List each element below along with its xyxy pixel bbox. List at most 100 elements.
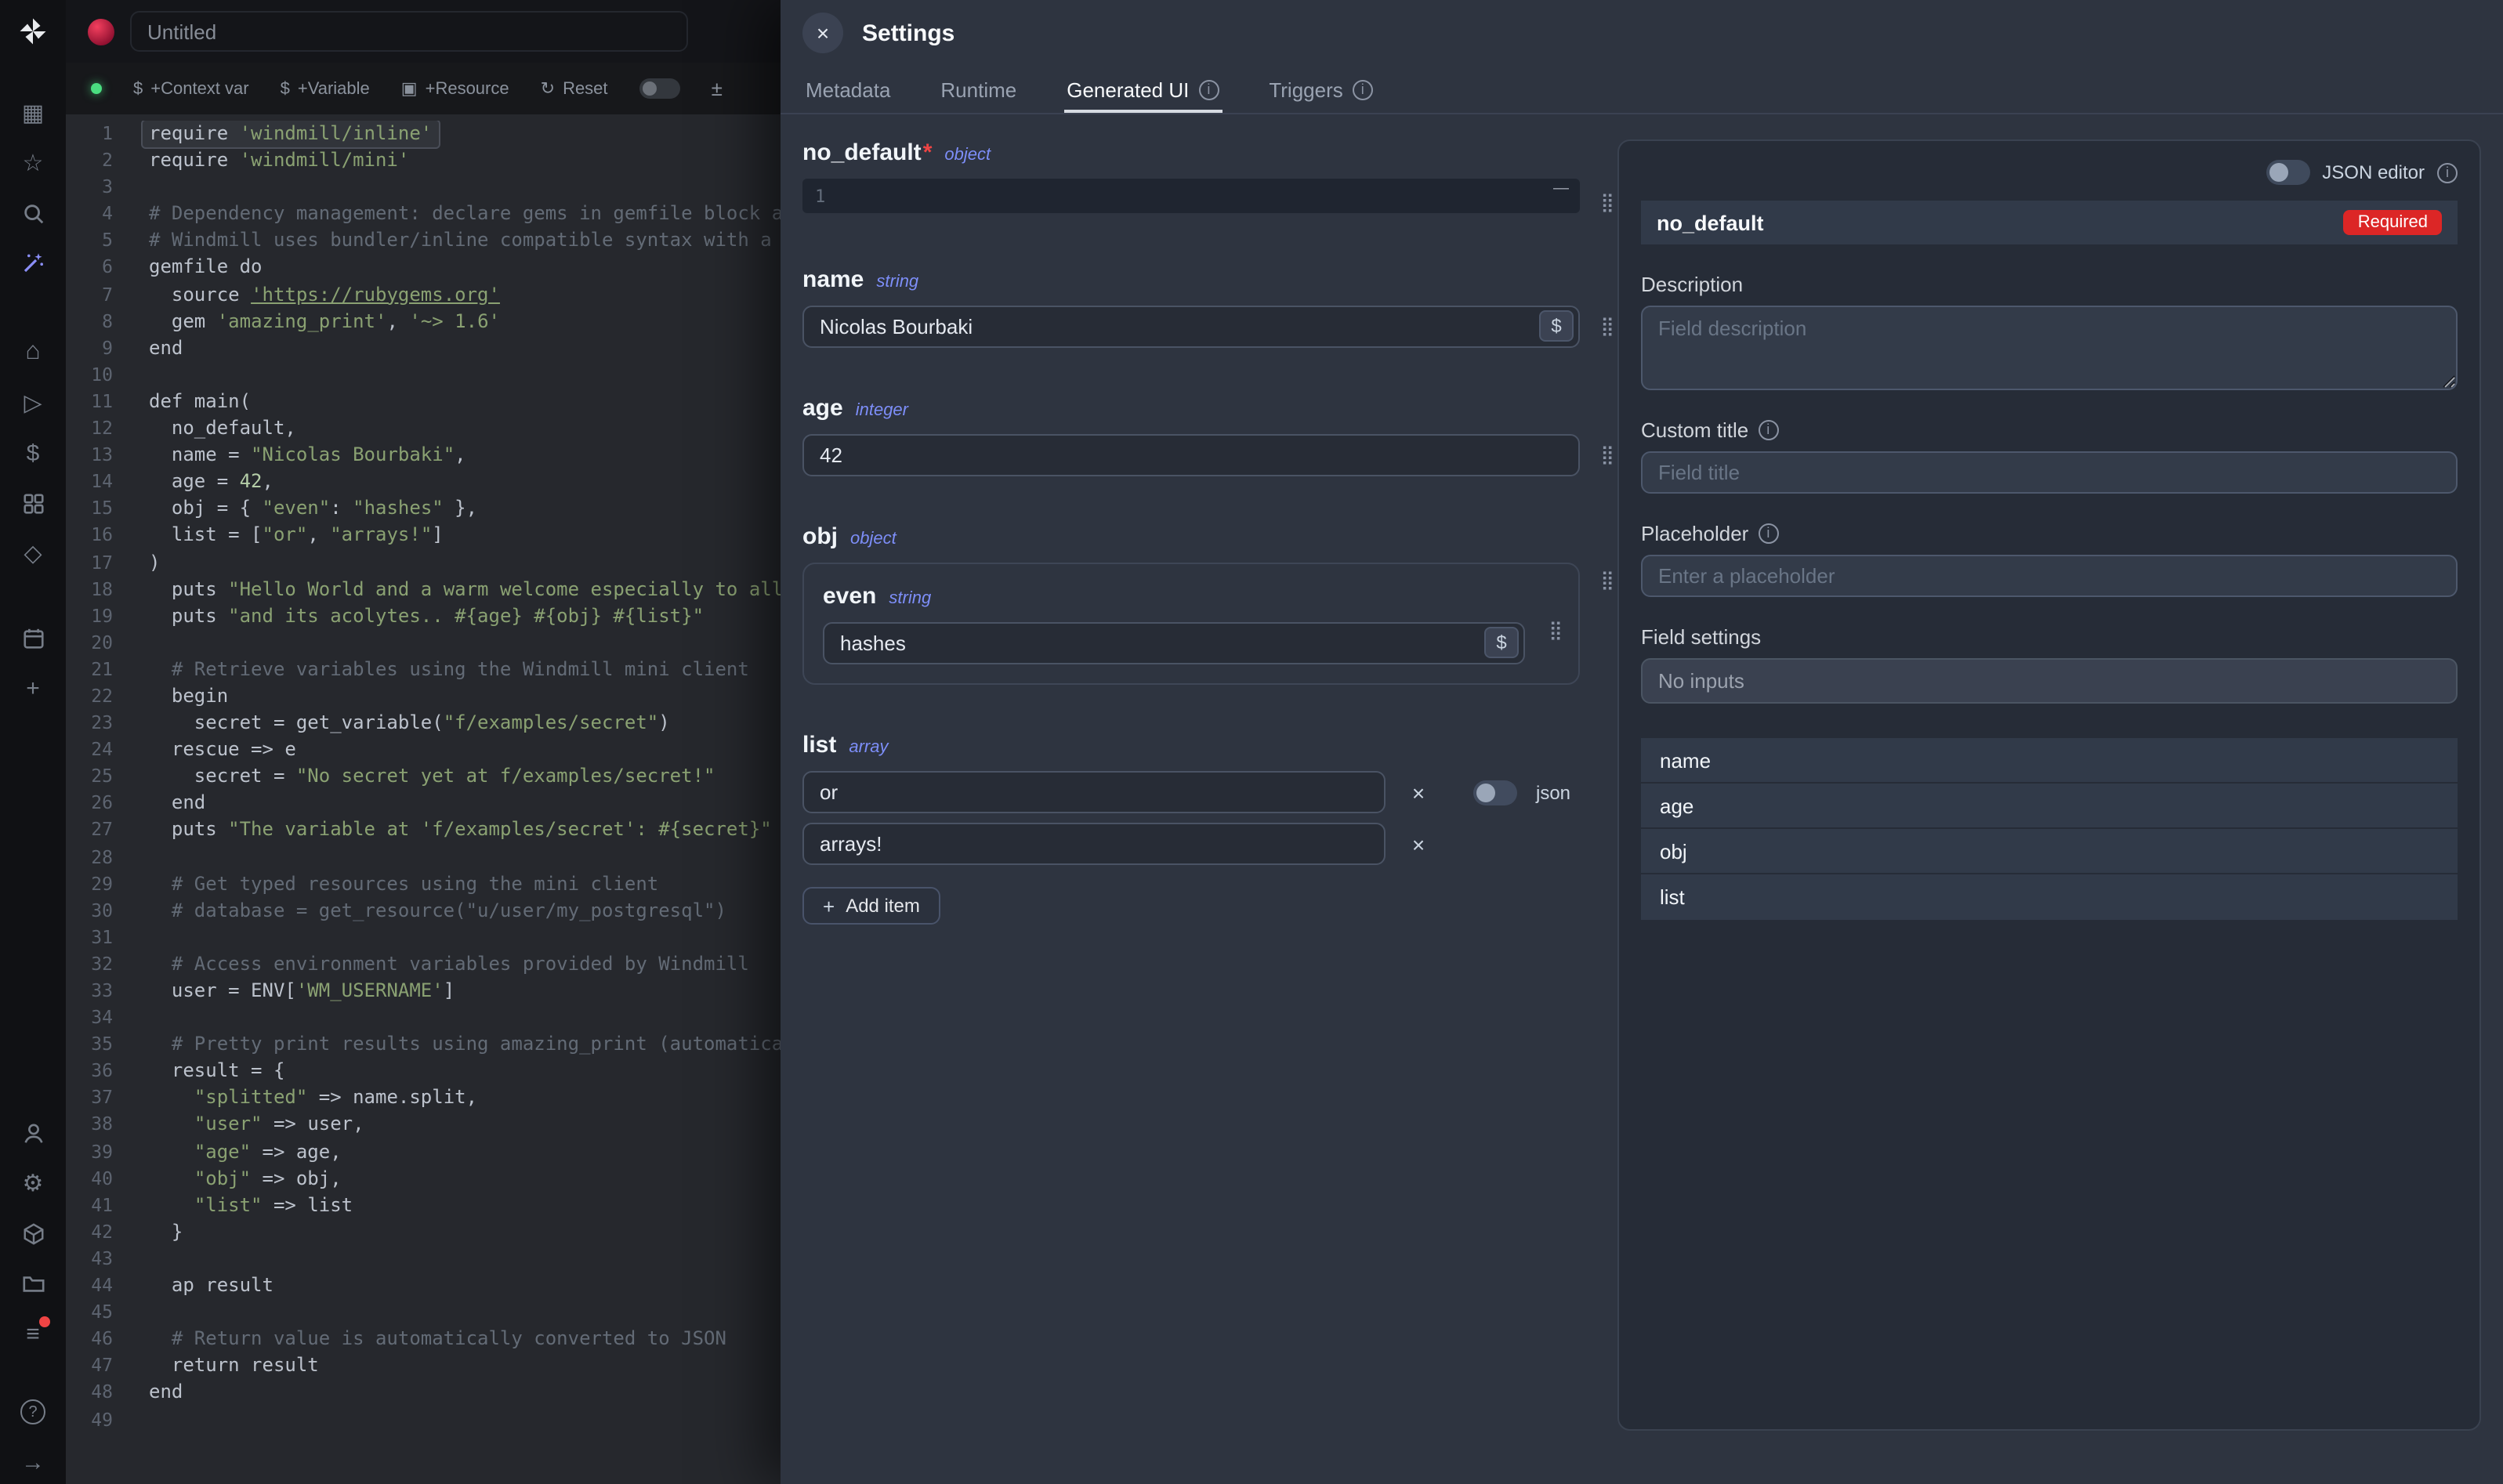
remove-item-icon[interactable]: × (1404, 830, 1433, 858)
star-icon[interactable]: ☆ (11, 141, 55, 185)
user-icon[interactable] (11, 1111, 55, 1155)
line-number: 22 (66, 683, 113, 710)
windmill-logo-icon[interactable] (14, 13, 52, 50)
field-label: list (802, 732, 836, 758)
reset-button[interactable]: ↻ Reset (541, 78, 608, 99)
line-number: 44 (66, 1272, 113, 1299)
line-number: 7 (66, 281, 113, 308)
variables-icon[interactable]: $ (11, 431, 55, 475)
list-item-input[interactable] (802, 823, 1386, 865)
required-badge: Required (2344, 210, 2442, 235)
drag-handle-icon[interactable]: ⣿ (1600, 193, 1614, 212)
drag-handle-icon[interactable]: ⣿ (1600, 570, 1614, 589)
info-icon[interactable]: i (2437, 162, 2458, 183)
custom-title-input[interactable] (1641, 451, 2458, 494)
workers-icon[interactable] (11, 1211, 55, 1255)
json-editor-label: JSON editor (2322, 161, 2425, 183)
magic-wand-icon[interactable] (11, 241, 55, 285)
add-item-button[interactable]: + Add item (802, 887, 940, 925)
list-item: × (802, 823, 1580, 865)
line-number: 8 (66, 308, 113, 335)
drawer-header: × Settings (781, 0, 2503, 66)
fold-icon[interactable]: — (1553, 180, 1569, 197)
line-number: 46 (66, 1326, 113, 1352)
schema-row-obj[interactable]: obj (1641, 829, 2458, 874)
field-type: string (889, 589, 931, 608)
line-numbers: 1234567891011121314151617181920212223242… (66, 121, 116, 1484)
selected-field-row[interactable]: no_default Required (1641, 201, 2458, 244)
tab-generated-ui[interactable]: Generated UI i (1063, 66, 1222, 113)
tab-runtime[interactable]: Runtime (937, 66, 1020, 113)
line-number: 32 (66, 951, 113, 978)
schedules-icon[interactable] (11, 616, 55, 660)
line-number: 30 (66, 897, 113, 924)
list-item-input[interactable] (802, 771, 1386, 813)
schema-row-age[interactable]: age (1641, 784, 2458, 829)
drag-handle-icon[interactable]: ⣿ (1600, 317, 1614, 335)
search-icon[interactable] (11, 191, 55, 235)
field-type: object (850, 530, 897, 548)
insert-variable-icon[interactable]: $ (1539, 310, 1574, 342)
resources-icon[interactable]: ◇ (11, 531, 55, 575)
placeholder-input[interactable] (1641, 555, 2458, 597)
no-default-json-input[interactable]: 1 — (802, 179, 1580, 213)
info-icon[interactable]: i (1353, 79, 1373, 100)
schema-row-list[interactable]: list (1641, 874, 2458, 920)
line-number: 45 (66, 1299, 113, 1326)
add-variable-button[interactable]: $ +Variable (281, 79, 370, 98)
plus-icon: + (823, 894, 835, 918)
even-input[interactable] (823, 622, 1525, 664)
run-icon[interactable]: ▷ (11, 381, 55, 425)
name-input[interactable] (802, 306, 1580, 348)
expand-sidebar-icon[interactable]: → (11, 1440, 55, 1484)
line-number: 39 (66, 1138, 113, 1165)
line-number: 6 (66, 255, 113, 281)
line-number: 19 (66, 603, 113, 629)
add-resource-button[interactable]: ▣ +Resource (401, 78, 509, 99)
description-label: Description (1641, 273, 2458, 296)
code-line[interactable]: require 'windmill/inline' (143, 121, 438, 147)
field-even: even string $ ⣿ (823, 583, 1559, 664)
line-number: 20 (66, 630, 113, 657)
settings-gear-icon[interactable]: ⚙ (11, 1161, 55, 1205)
panel-icon[interactable]: ▦ (11, 91, 55, 135)
logs-icon[interactable]: ≡ (11, 1312, 55, 1356)
drag-handle-icon[interactable]: ⣿ (1549, 621, 1563, 639)
mini-editor-line-number: 1 (815, 186, 825, 206)
placeholder-label: Placeholder i (1641, 522, 2458, 545)
json-toggle[interactable] (1473, 780, 1517, 805)
insert-variable-icon[interactable]: $ (1484, 627, 1519, 658)
field-label: no_default* (802, 139, 932, 166)
notification-dot (39, 1316, 50, 1327)
json-editor-toggle[interactable] (2266, 160, 2309, 185)
apps-icon[interactable] (11, 481, 55, 525)
info-icon[interactable]: i (1198, 79, 1219, 100)
description-textarea[interactable] (1641, 306, 2458, 390)
drag-handle-icon[interactable]: ⣿ (1600, 445, 1614, 464)
field-label: age (802, 395, 843, 422)
help-icon[interactable]: ? (11, 1390, 55, 1434)
line-number: 31 (66, 925, 113, 951)
settings-drawer: × Settings Metadata Runtime Generated UI… (781, 0, 2503, 1484)
custom-title-label: Custom title i (1641, 418, 2458, 442)
tab-triggers[interactable]: Triggers i (1266, 66, 1375, 113)
list-item: × json (802, 771, 1580, 813)
add-context-var-button[interactable]: $ +Context var (133, 79, 249, 98)
info-icon[interactable]: i (1758, 420, 1778, 440)
ruby-language-icon (88, 18, 114, 45)
line-number: 48 (66, 1380, 113, 1406)
close-icon[interactable]: × (802, 13, 843, 53)
folders-icon[interactable] (11, 1261, 55, 1305)
home-icon[interactable]: ⌂ (11, 331, 55, 375)
remove-item-icon[interactable]: × (1404, 778, 1433, 806)
add-icon[interactable]: + (11, 666, 55, 710)
line-number: 36 (66, 1059, 113, 1085)
settings-tabs: Metadata Runtime Generated UI i Triggers… (781, 66, 2503, 114)
line-number: 37 (66, 1085, 113, 1112)
script-title-input[interactable]: Untitled (130, 11, 688, 52)
schema-row-name[interactable]: name (1641, 738, 2458, 784)
tab-metadata[interactable]: Metadata (802, 66, 893, 113)
diff-toggle[interactable] (639, 78, 680, 99)
info-icon[interactable]: i (1758, 523, 1778, 544)
age-input[interactable] (802, 434, 1580, 476)
